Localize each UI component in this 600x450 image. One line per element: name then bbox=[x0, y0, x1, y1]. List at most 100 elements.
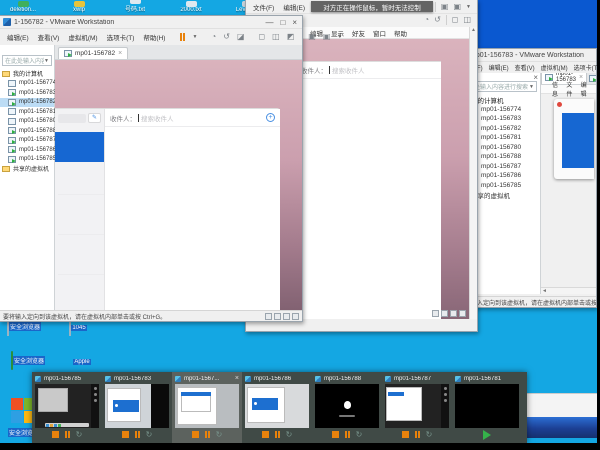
guest-compose-window[interactable] bbox=[554, 99, 594, 179]
taskbar-thumbnail[interactable]: mp01-156783 ↻ bbox=[102, 372, 172, 443]
minimize-icon[interactable]: — bbox=[265, 18, 273, 27]
library-search-input[interactable]: 在此处输入内容进行搜索▼ bbox=[2, 55, 52, 66]
revert-snapshot-icon[interactable]: ↺ bbox=[434, 15, 441, 25]
tree-vm-item[interactable]: mp01-156781 bbox=[0, 107, 54, 117]
menu-edit[interactable]: 编辑(E) bbox=[6, 31, 30, 43]
fullscreen-icon[interactable]: ◫ bbox=[272, 32, 280, 42]
taskbar-thumbnail[interactable]: mp01-156786 ↻ bbox=[242, 372, 312, 443]
horizontal-scrollbar[interactable]: ◄ bbox=[541, 287, 596, 294]
message-body[interactable] bbox=[105, 127, 280, 310]
vm-tab[interactable]: mp01-156782 × bbox=[58, 47, 128, 59]
library-toggle-icon[interactable]: ▣ bbox=[441, 2, 449, 12]
thumbnail-screen[interactable] bbox=[385, 384, 449, 428]
menu-tabs[interactable]: 选项卡(T) bbox=[573, 62, 600, 73]
desktop-icon[interactable]: xwlp bbox=[58, 1, 100, 13]
pause-vm-button[interactable] bbox=[275, 431, 280, 438]
thumbnail-screen[interactable] bbox=[105, 384, 169, 428]
tree-vm-item[interactable]: mp01-156780 bbox=[0, 117, 54, 127]
scroll-left-icon[interactable]: ◄ bbox=[541, 288, 548, 294]
tree-vm-item-selected[interactable]: mp01-156782 bbox=[0, 98, 54, 108]
mac-menu-friends[interactable]: 好友 bbox=[352, 28, 365, 38]
thumbnail-screen[interactable] bbox=[315, 384, 379, 428]
tree-vm-item[interactable]: mp01-156774 bbox=[0, 79, 54, 89]
desktop-icon[interactable]: 安全浏览器 bbox=[6, 352, 50, 370]
menu-edit[interactable]: 编辑(E) bbox=[488, 62, 510, 73]
revert-snapshot-icon[interactable]: ↺ bbox=[223, 32, 230, 42]
manage-snapshots-icon[interactable]: ◪ bbox=[237, 32, 245, 42]
stop-vm-button[interactable] bbox=[52, 431, 59, 438]
restore-corner-icon[interactable] bbox=[292, 313, 299, 320]
maximize-icon[interactable]: □ bbox=[280, 18, 285, 27]
taskbar-thumbnail[interactable]: mp01-156787 ↻ bbox=[382, 372, 452, 443]
desktop-icon[interactable]: deletion... bbox=[2, 1, 44, 13]
snapshot-icon[interactable]: ◔ bbox=[211, 32, 216, 42]
tree-root[interactable]: 我的计算机 bbox=[0, 69, 54, 79]
pause-vm-button[interactable] bbox=[345, 431, 350, 438]
menu-vm[interactable]: 虚拟机(M) bbox=[540, 62, 569, 73]
message-body[interactable] bbox=[296, 79, 441, 319]
thumbnail-screen[interactable] bbox=[175, 384, 239, 428]
chevron-down-icon[interactable]: ▼ bbox=[529, 84, 534, 90]
menu-vm[interactable]: 虚拟机(M) bbox=[67, 31, 98, 43]
thumbnail-screen[interactable] bbox=[35, 384, 99, 428]
suspend-button[interactable] bbox=[180, 33, 185, 41]
stop-vm-button[interactable] bbox=[192, 431, 199, 438]
new-message-button[interactable]: ✎ bbox=[88, 113, 101, 123]
menu-view[interactable]: 查看(V) bbox=[37, 31, 61, 43]
chevron-down-icon[interactable]: ▼ bbox=[44, 58, 49, 64]
menu-file[interactable]: 文件(F) bbox=[252, 1, 275, 13]
thumbnail-bar-icon[interactable]: ▣ bbox=[453, 2, 461, 12]
restart-vm-button[interactable]: ↻ bbox=[286, 431, 293, 439]
compose-search-input[interactable] bbox=[58, 114, 86, 123]
thumbnail-screen[interactable] bbox=[245, 384, 309, 428]
menu-help[interactable]: 帮助(H) bbox=[142, 31, 166, 43]
menu-edit[interactable]: 编辑(E) bbox=[282, 1, 306, 13]
recipient-row[interactable]: 收件人： 搜索收件人 + bbox=[105, 109, 280, 127]
titlebar[interactable]: 1-156782 - VMware Workstation — □ × bbox=[0, 16, 302, 29]
taskbar-thumbnail[interactable]: mp01-156785 ↻ bbox=[32, 372, 102, 443]
taskbar-thumbnail-hovered[interactable]: mp01-1567...× ↻ bbox=[172, 372, 242, 443]
desktop-icon[interactable]: 号码.txt bbox=[114, 0, 156, 13]
close-library-icon[interactable]: × bbox=[533, 73, 538, 82]
recipient-row[interactable]: 收件人： 搜索收件人 bbox=[296, 62, 441, 79]
snapshot-icon[interactable]: ◔ bbox=[424, 15, 429, 25]
tree-vm-item[interactable]: mp01-156787 bbox=[0, 136, 54, 146]
restore-corner-icon[interactable] bbox=[459, 310, 466, 317]
thumbnail-screen[interactable] bbox=[455, 384, 519, 428]
scroll-up-icon[interactable]: ▲ bbox=[470, 27, 477, 33]
taskbar-thumbnail[interactable]: mp01-156788 ↻ bbox=[312, 372, 382, 443]
pause-vm-button[interactable] bbox=[415, 431, 420, 438]
mac-menu-help[interactable]: 帮助 bbox=[394, 28, 407, 38]
chevron-down-icon[interactable]: ▼ bbox=[192, 34, 197, 40]
pause-vm-button[interactable] bbox=[65, 431, 70, 438]
selected-conversation[interactable] bbox=[562, 113, 594, 168]
network-status-icon[interactable] bbox=[274, 313, 281, 320]
menu-tabs[interactable]: 选项卡(T) bbox=[106, 31, 136, 43]
pause-vm-button[interactable] bbox=[205, 431, 210, 438]
unity-icon[interactable]: ◩ bbox=[287, 32, 295, 42]
tree-vm-item[interactable]: mp01-156788 bbox=[0, 126, 54, 136]
sound-status-icon[interactable] bbox=[450, 310, 457, 317]
add-recipient-icon[interactable]: + bbox=[266, 113, 275, 122]
tree-shared-vms[interactable]: 共享的虚拟机 bbox=[0, 164, 54, 174]
tree-vm-item[interactable]: mp01-156786 bbox=[0, 145, 54, 155]
restart-vm-button[interactable]: ↻ bbox=[426, 431, 433, 439]
hdd-status-icon[interactable] bbox=[432, 310, 439, 317]
restart-vm-button[interactable]: ↻ bbox=[356, 431, 363, 439]
restart-vm-button[interactable]: ↻ bbox=[216, 431, 223, 439]
console-view-icon[interactable]: ◻ bbox=[259, 32, 266, 42]
hdd-status-icon[interactable] bbox=[265, 313, 272, 320]
vertical-scrollbar[interactable]: ▲ bbox=[469, 27, 477, 319]
chevron-down-icon[interactable]: ▼ bbox=[466, 4, 471, 10]
desktop-icon[interactable]: 2000.txt bbox=[170, 1, 212, 13]
pause-vm-button[interactable] bbox=[135, 431, 140, 438]
menu-view[interactable]: 查看(V) bbox=[514, 62, 536, 73]
thumbnail-bar-icon[interactable]: ▣ bbox=[323, 32, 331, 42]
maximize-guest-icon[interactable]: ◫ bbox=[463, 15, 471, 25]
network-status-icon[interactable] bbox=[441, 310, 448, 317]
tree-vm-item[interactable]: mp01-156783 bbox=[0, 88, 54, 98]
stop-vm-button[interactable] bbox=[332, 431, 339, 438]
stop-vm-button[interactable] bbox=[262, 431, 269, 438]
restart-vm-button[interactable]: ↻ bbox=[146, 431, 153, 439]
mac-close-icon[interactable] bbox=[557, 102, 562, 107]
